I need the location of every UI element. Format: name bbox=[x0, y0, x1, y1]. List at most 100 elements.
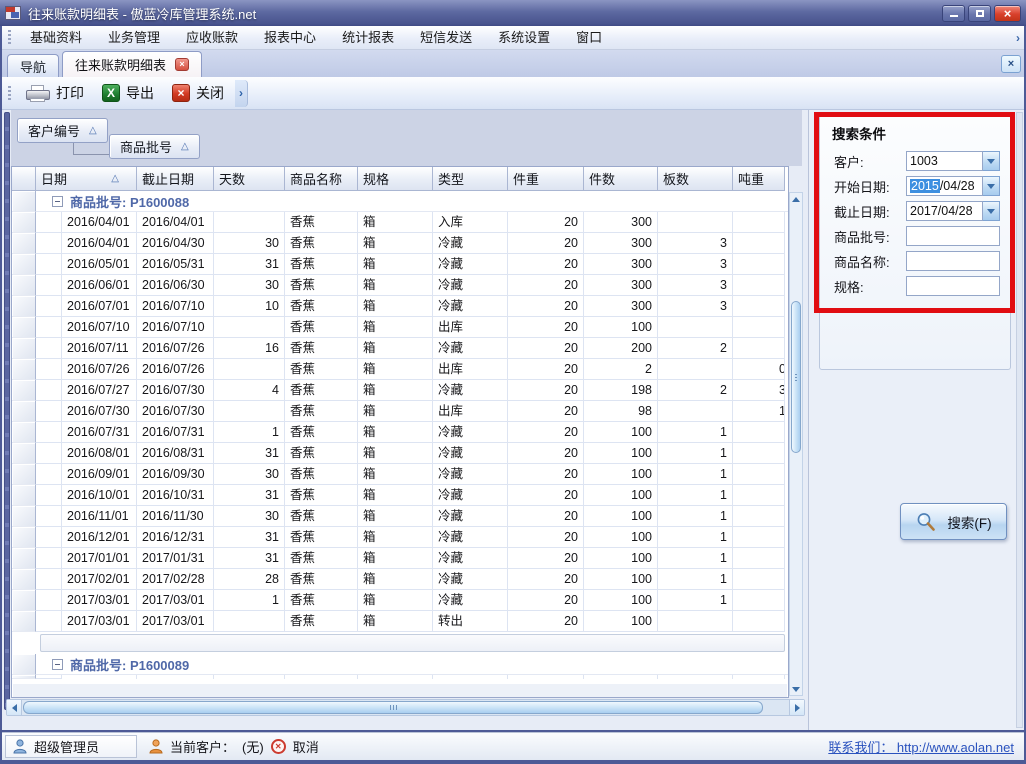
table-row[interactable]: 2016/10/012016/10/3131香蕉箱冷藏201001 bbox=[12, 485, 788, 506]
row-indicator[interactable] bbox=[12, 191, 36, 212]
row-indicator[interactable] bbox=[12, 254, 36, 275]
scroll-right-icon[interactable] bbox=[789, 700, 804, 715]
row-indicator[interactable] bbox=[12, 275, 36, 296]
contact-link[interactable]: 联系我们： http://www.aolan.net bbox=[828, 737, 1014, 756]
scroll-up-icon[interactable] bbox=[790, 193, 802, 205]
product-name-input[interactable] bbox=[906, 251, 1000, 271]
column-header[interactable]: 商品名称 bbox=[285, 167, 358, 191]
row-indicator[interactable] bbox=[12, 569, 36, 590]
table-row[interactable]: 2016/05/012016/05/3131香蕉箱冷藏203003 bbox=[12, 254, 788, 275]
table-row[interactable]: 2017/03/012017/03/011香蕉箱冷藏201001 bbox=[12, 590, 788, 611]
table-row[interactable]: 2016/06/012016/06/3030香蕉箱冷藏203003 bbox=[12, 275, 788, 296]
table-row[interactable]: 2017/01/012017/01/3131香蕉箱冷藏201001 bbox=[12, 548, 788, 569]
minimize-button[interactable] bbox=[942, 5, 965, 22]
menu-item-1[interactable]: 业务管理 bbox=[95, 26, 173, 49]
column-header[interactable]: 规格 bbox=[358, 167, 433, 191]
row-indicator[interactable] bbox=[12, 506, 36, 527]
table-row[interactable]: 2016/04/012016/04/01香蕉箱入库20300 bbox=[12, 212, 788, 233]
export-button[interactable]: X 导出 bbox=[93, 80, 163, 106]
table-row[interactable]: 2016/07/302016/07/30香蕉箱出库20981 bbox=[12, 401, 788, 422]
row-indicator[interactable] bbox=[12, 296, 36, 317]
table-row[interactable]: 2017/03/012017/03/01香蕉箱转出20100 bbox=[12, 611, 788, 632]
table-row[interactable]: 2016/12/012016/12/3131香蕉箱冷藏201001 bbox=[12, 527, 788, 548]
menu-item-3[interactable]: 报表中心 bbox=[251, 26, 329, 49]
menu-item-2[interactable]: 应收账款 bbox=[173, 26, 251, 49]
maximize-button[interactable] bbox=[968, 5, 991, 22]
row-indicator[interactable] bbox=[12, 590, 36, 611]
search-button[interactable]: 搜索(F) bbox=[900, 503, 1007, 540]
tab-navigation[interactable]: 导航 bbox=[7, 54, 59, 77]
menu-overflow-icon[interactable]: › bbox=[1016, 31, 1020, 45]
table-row[interactable]: 2016/07/012016/07/1010香蕉箱冷藏203003 bbox=[12, 296, 788, 317]
group-row[interactable]: 商品批号: P1600088 bbox=[12, 191, 788, 212]
row-indicator[interactable] bbox=[12, 401, 36, 422]
column-header[interactable]: 类型 bbox=[433, 167, 508, 191]
horizontal-scrollbar[interactable] bbox=[6, 699, 805, 716]
groupby-chip-batch[interactable]: 商品批号 △ bbox=[109, 134, 200, 159]
scroll-left-icon[interactable] bbox=[7, 700, 22, 715]
column-header[interactable]: 吨重 bbox=[733, 167, 785, 191]
column-header[interactable]: 件数 bbox=[584, 167, 658, 191]
row-indicator[interactable] bbox=[12, 443, 36, 464]
print-button[interactable]: 打印 bbox=[17, 80, 93, 106]
start-date-field[interactable]: 2015/04/28 bbox=[906, 176, 983, 196]
vertical-scroll-thumb[interactable] bbox=[791, 301, 801, 453]
horizontal-scroll-thumb[interactable] bbox=[23, 701, 763, 714]
menu-item-6[interactable]: 系统设置 bbox=[485, 26, 563, 49]
menu-item-0[interactable]: 基础资料 bbox=[17, 26, 95, 49]
table-row[interactable]: 2016/07/262016/07/26香蕉箱出库2020 bbox=[12, 359, 788, 380]
table-row[interactable]: 2016/07/312016/07/311香蕉箱冷藏201001 bbox=[12, 422, 788, 443]
customer-combo[interactable]: 1003 bbox=[906, 151, 983, 171]
chevron-down-icon[interactable] bbox=[983, 201, 1000, 221]
table-row[interactable]: 2016/07/102016/07/10香蕉箱出库20100 bbox=[12, 317, 788, 338]
row-indicator[interactable] bbox=[12, 212, 36, 233]
close-button[interactable]: × bbox=[994, 5, 1021, 22]
vertical-scrollbar[interactable] bbox=[789, 192, 803, 696]
menu-item-4[interactable]: 统计报表 bbox=[329, 26, 407, 49]
cancel-link[interactable]: 取消 bbox=[293, 737, 319, 756]
scroll-down-icon[interactable] bbox=[790, 683, 802, 695]
cancel-icon[interactable]: ✕ bbox=[271, 739, 286, 754]
row-indicator[interactable] bbox=[12, 675, 36, 679]
group-row[interactable]: 商品批号: P1600089 bbox=[12, 654, 788, 675]
column-header[interactable]: 件重 bbox=[508, 167, 584, 191]
column-header[interactable]: 板数 bbox=[658, 167, 733, 191]
menu-item-5[interactable]: 短信发送 bbox=[407, 26, 485, 49]
row-indicator[interactable] bbox=[12, 485, 36, 506]
table-row[interactable]: 2017/02/012017/02/2828香蕉箱冷藏201001 bbox=[12, 569, 788, 590]
tabstrip-close-button[interactable]: × bbox=[1001, 55, 1021, 73]
chevron-down-icon[interactable] bbox=[983, 151, 1000, 171]
row-indicator[interactable] bbox=[12, 338, 36, 359]
row-indicator[interactable] bbox=[12, 527, 36, 548]
groupby-chip-customer[interactable]: 客户编号 △ bbox=[17, 118, 108, 143]
table-row[interactable]: 2016/04/012016/04/3030香蕉箱冷藏203003 bbox=[12, 233, 788, 254]
tab-account-detail[interactable]: 往来账款明细表 × bbox=[62, 51, 202, 77]
collapse-icon[interactable] bbox=[52, 659, 63, 670]
row-indicator[interactable] bbox=[12, 654, 36, 675]
column-header[interactable]: 截止日期 bbox=[137, 167, 214, 191]
table-row[interactable]: 2016/07/112016/07/2616香蕉箱冷藏202002 bbox=[12, 338, 788, 359]
menu-item-7[interactable]: 窗口 bbox=[563, 26, 615, 49]
row-indicator[interactable] bbox=[12, 548, 36, 569]
row-indicator[interactable] bbox=[12, 359, 36, 380]
nav-splitter[interactable] bbox=[4, 112, 10, 710]
table-row[interactable]: 2016/07/272016/07/304香蕉箱冷藏2019823 bbox=[12, 380, 788, 401]
chevron-down-icon[interactable] bbox=[983, 176, 1000, 196]
row-indicator[interactable] bbox=[12, 233, 36, 254]
end-date-field[interactable]: 2017/04/28 bbox=[906, 201, 983, 221]
spec-input[interactable] bbox=[906, 276, 1000, 296]
row-indicator[interactable] bbox=[12, 380, 36, 401]
row-indicator[interactable] bbox=[12, 422, 36, 443]
row-indicator[interactable] bbox=[12, 464, 36, 485]
batch-input[interactable] bbox=[906, 226, 1000, 246]
table-row[interactable]: 2016/11/012016/11/3030香蕉箱冷藏201001 bbox=[12, 506, 788, 527]
column-header[interactable]: 天数 bbox=[214, 167, 285, 191]
row-indicator[interactable] bbox=[12, 611, 36, 632]
tab-close-icon[interactable]: × bbox=[175, 58, 189, 71]
table-row[interactable]: 2016/08/012016/08/3131香蕉箱冷藏201001 bbox=[12, 443, 788, 464]
table-row[interactable]: 2016/09/012016/09/3030香蕉箱冷藏201001 bbox=[12, 464, 788, 485]
close-tab-button[interactable]: × 关闭 bbox=[163, 80, 233, 106]
row-indicator[interactable] bbox=[12, 317, 36, 338]
column-header[interactable]: 日期△ bbox=[36, 167, 137, 191]
toolbar-overflow-icon[interactable]: › bbox=[235, 80, 248, 107]
